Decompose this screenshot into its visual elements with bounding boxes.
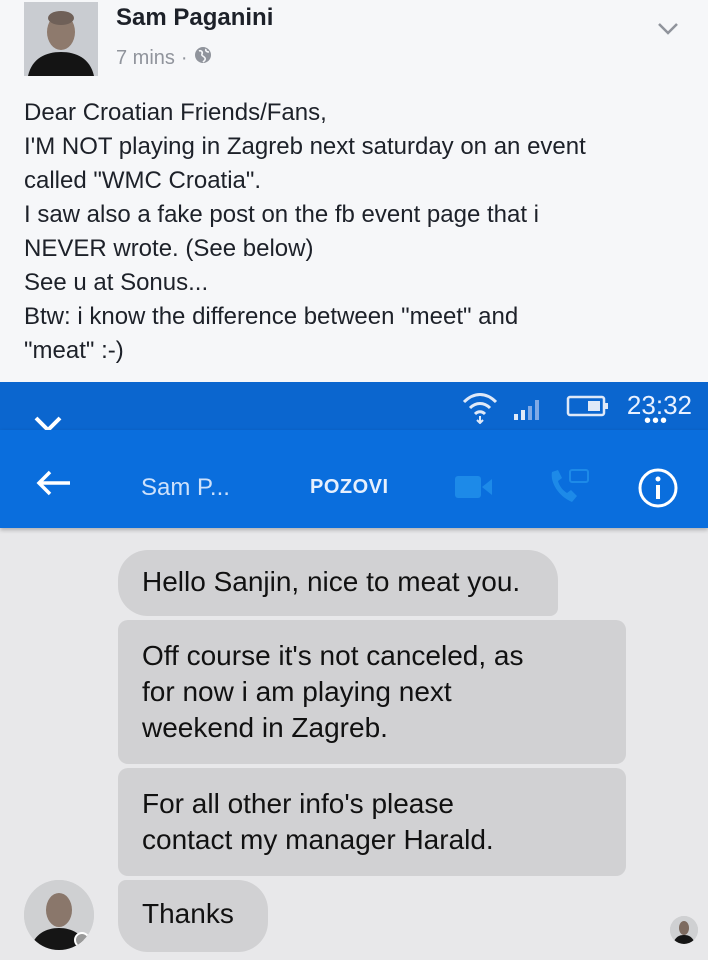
post-line: "meat" :-) [24,337,124,364]
info-icon[interactable] [636,466,680,510]
post-line: Dear Croatian Friends/Fans, [24,99,327,126]
message-text: for now i am playing next [142,676,452,707]
read-receipt-avatar [670,916,698,944]
message-text: For all other info's please [142,788,454,819]
post-line: I'M NOT playing in Zagreb next saturday … [24,133,586,160]
post-time[interactable]: 7 mins [116,47,175,70]
video-call-icon[interactable] [454,474,494,500]
chat-contact-name[interactable]: Sam P... [141,474,230,502]
message-text: Thanks [142,898,234,929]
post-line: called "WMC Croatia". [24,167,262,194]
facebook-post: Sam Paganini 7 mins · Dear Croatian Frie… [0,0,708,382]
author-avatar[interactable] [24,2,98,76]
message-bubble[interactable]: Off course it's not canceled, as for now… [118,620,626,764]
phone-status-bar: 23:32 ••• [0,382,708,444]
back-arrow-icon[interactable] [34,468,74,498]
hd-call-icon[interactable] [546,466,590,506]
chevron-down-icon[interactable] [654,14,682,42]
post-line: See u at Sonus... [24,269,209,296]
post-line: I saw also a fake post on the fb event p… [24,201,540,228]
battery-icon [566,395,608,417]
post-line: NEVER wrote. (See below) [24,235,314,262]
post-line: Btw: i know the difference between "meet… [24,303,519,330]
author-name[interactable]: Sam Paganini [116,4,273,32]
overflow-dots-icon[interactable]: ••• [644,411,668,431]
wifi-icon [462,393,498,424]
post-body: Dear Croatian Friends/Fans, I'M NOT play… [24,96,684,368]
message-text: Hello Sanjin, nice to meat you. [142,566,521,597]
attached-chat-screenshot[interactable]: 23:32 ••• Sam P... POZOVI Hello Sanjin, … [0,382,708,960]
message-text: contact my manager Harald. [142,824,494,855]
message-bubble[interactable]: For all other info's please contact my m… [118,768,626,876]
message-text: weekend in Zagreb. [142,712,388,743]
signal-icon [514,400,539,420]
message-text: Off course it's not canceled, as [142,640,524,671]
meta-separator: · [180,46,188,69]
sender-avatar[interactable] [24,880,94,950]
post-meta: 7 mins · [116,46,212,70]
message-bubble[interactable]: Hello Sanjin, nice to meat you. [118,550,558,616]
call-button[interactable]: POZOVI [310,476,389,499]
message-bubble[interactable]: Thanks [118,880,268,952]
globe-icon [194,46,212,70]
